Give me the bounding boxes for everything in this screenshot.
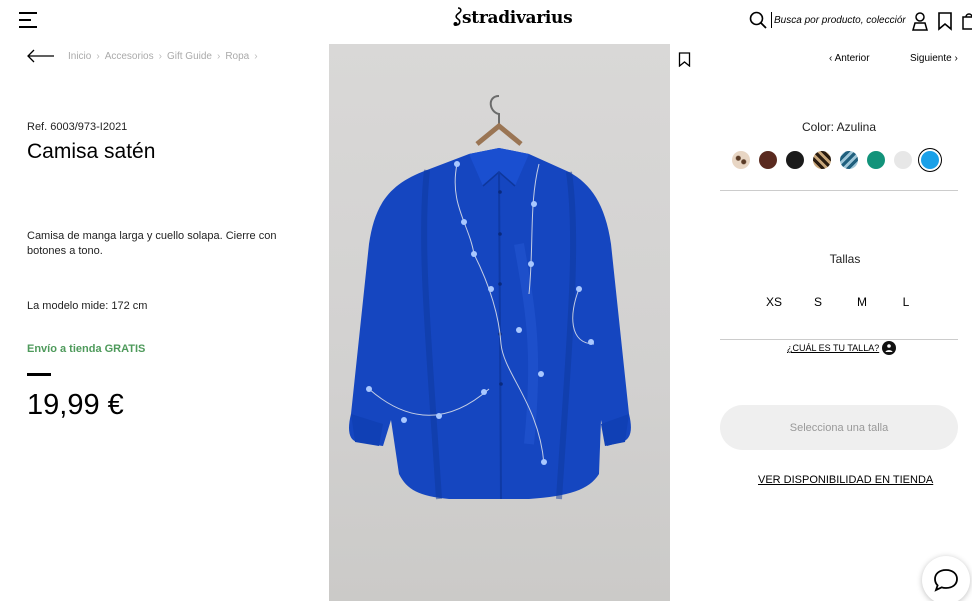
cart-icon[interactable] [962,11,972,31]
color-swatches [732,151,939,169]
size-options: XS S M L [752,295,928,309]
swatch-white[interactable] [894,151,912,169]
breadcrumb-item-accesorios[interactable]: Accesorios [105,51,154,62]
search-input[interactable] [771,12,906,28]
breadcrumb-item-gift-guide[interactable]: Gift Guide [167,51,212,62]
product-image[interactable] [329,44,670,601]
size-s[interactable]: S [796,295,840,309]
product-reference: Ref. 6003/973-I2021 [27,121,128,133]
store-availability-link[interactable]: VER DISPONIBILIDAD EN TIENDA [758,474,933,486]
size-m[interactable]: M [840,295,884,309]
size-l[interactable]: L [884,295,928,309]
breadcrumb-separator-icon: › [158,51,162,62]
size-guide-link[interactable]: ¿CUÁL ES TU TALLA? [787,341,897,355]
size-xs[interactable]: XS [752,295,796,309]
select-size-button[interactable]: Selecciona una talla [720,405,958,450]
shirt-illustration [349,95,631,500]
model-info: La modelo mide: 172 cm [27,300,148,312]
swatch-brown[interactable] [759,151,777,169]
size-guide-icon [882,341,897,355]
breadcrumb-separator-icon: › [96,51,100,62]
bookmark-icon[interactable] [678,52,691,67]
size-guide-label: ¿CUÁL ES TU TALLA? [787,343,880,353]
breadcrumb: Inicio › Accesorios › Gift Guide › Ropa › [68,51,263,62]
search-icon[interactable] [749,11,767,29]
product-price: 19,99 € [27,389,124,421]
swatch-blue-print[interactable] [840,151,858,169]
breadcrumb-separator-icon: › [254,51,258,62]
chevron-right-icon: › [951,53,958,64]
shipping-info: Envío a tienda GRATIS [27,343,146,355]
wishlist-icon[interactable] [937,11,953,31]
divider [720,190,958,191]
price-divider [27,373,51,376]
next-product-link[interactable]: Siguiente › [910,53,958,64]
back-arrow-icon[interactable] [27,49,55,63]
breadcrumb-separator-icon: › [216,51,221,62]
swatch-black[interactable] [786,151,804,169]
menu-icon[interactable] [19,12,37,28]
user-icon[interactable] [911,11,929,31]
color-label: Color: Azulina [801,120,877,134]
swatch-animal-print-beige[interactable] [732,151,750,169]
chat-button[interactable] [922,556,970,601]
breadcrumb-item-ropa[interactable]: Ropa [225,51,249,62]
chat-bubble-icon [934,569,958,592]
swatch-azulina-selected[interactable] [921,151,939,169]
previous-product-link[interactable]: ‹ Anterior [829,53,870,64]
swatch-green[interactable] [867,151,885,169]
breadcrumb-item-inicio[interactable]: Inicio [68,51,91,62]
sizes-label: Tallas [829,252,861,266]
swatch-zebra-print[interactable] [813,151,831,169]
header: stradivarius [0,0,972,40]
product-description: Camisa de manga larga y cuello solapa. C… [27,230,277,257]
logo[interactable]: stradivarius [451,7,573,28]
product-title: Camisa satén [27,140,156,163]
divider [720,339,958,340]
